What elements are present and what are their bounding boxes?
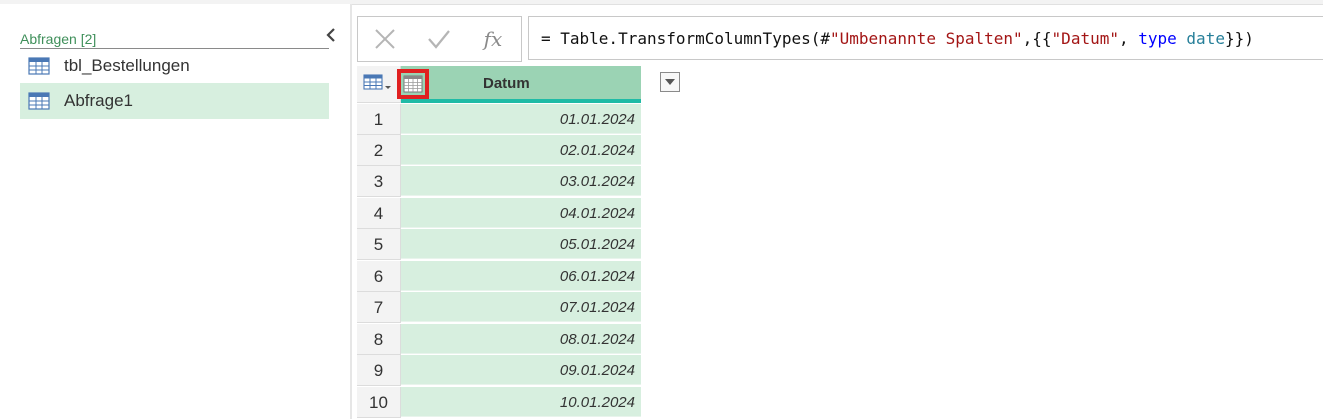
table-row[interactable]: 9 09.01.2024 — [357, 355, 641, 386]
query-item-tbl-bestellungen[interactable]: tbl_Bestellungen — [20, 48, 329, 84]
table-row[interactable]: 3 03.01.2024 — [357, 166, 641, 197]
query-item-label: Abfrage1 — [64, 91, 133, 110]
collapse-pane-icon[interactable] — [321, 24, 341, 46]
formula-type: date — [1186, 29, 1225, 48]
formula-part: , — [1118, 29, 1139, 48]
column-title: Datum — [483, 75, 530, 92]
date-cell[interactable]: 05.01.2024 — [401, 229, 641, 259]
queries-header: Abfragen [2] — [20, 30, 329, 49]
date-cell[interactable]: 08.01.2024 — [401, 324, 641, 354]
date-cell[interactable]: 04.01.2024 — [401, 198, 641, 228]
query-item-label: tbl_Bestellungen — [64, 56, 190, 75]
date-cell[interactable]: 01.01.2024 — [401, 104, 641, 134]
formula-part — [1177, 29, 1187, 48]
row-number: 3 — [357, 166, 401, 197]
column-header-datum[interactable]: Datum — [401, 66, 680, 103]
date-cell[interactable]: 10.01.2024 — [401, 387, 641, 417]
formula-part: ,{{ — [1022, 29, 1052, 48]
date-cell[interactable]: 03.01.2024 — [401, 166, 641, 196]
row-number: 7 — [357, 292, 401, 323]
column-type-button[interactable] — [397, 69, 429, 99]
table-icon — [363, 74, 391, 90]
table-row[interactable]: 6 06.01.2024 — [357, 261, 641, 292]
table-row[interactable]: 4 04.01.2024 — [357, 198, 641, 229]
pane-divider[interactable] — [350, 4, 352, 419]
chevron-down-icon — [665, 79, 675, 85]
row-number: 2 — [357, 135, 401, 166]
table-icon — [28, 57, 50, 75]
formula-string: "Umbenannte Spalten" — [829, 29, 1023, 48]
queries-pane: Abfragen [2] tbl_Bestellungen Abfrage1 — [0, 4, 350, 419]
date-cell[interactable]: 02.01.2024 — [401, 135, 641, 165]
fx-button[interactable]: fx — [466, 17, 520, 61]
date-cell[interactable]: 09.01.2024 — [401, 355, 641, 385]
date-cell[interactable]: 06.01.2024 — [401, 261, 641, 291]
table-row[interactable]: 2 02.01.2024 — [357, 135, 641, 166]
table-row[interactable]: 1 01.01.2024 — [357, 104, 641, 135]
table-row[interactable]: 10 10.01.2024 — [357, 387, 641, 418]
formula-input[interactable]: = Table.TransformColumnTypes(#"Umbenannt… — [528, 16, 1323, 60]
table-icon — [28, 92, 50, 110]
table-menu-button[interactable] — [357, 66, 401, 103]
confirm-formula-button[interactable] — [412, 17, 466, 61]
calendar-icon — [403, 75, 423, 93]
row-number: 6 — [357, 261, 401, 292]
check-icon — [428, 30, 450, 49]
row-number: 1 — [357, 104, 401, 135]
row-number: 10 — [357, 387, 401, 418]
row-number: 9 — [357, 355, 401, 386]
date-cell[interactable]: 07.01.2024 — [401, 292, 641, 322]
x-icon — [375, 29, 395, 49]
cancel-formula-button[interactable] — [358, 17, 412, 61]
row-number: 8 — [357, 324, 401, 355]
fx-icon: fx — [483, 27, 503, 51]
column-filter-dropdown[interactable] — [660, 72, 680, 92]
formula-bar-buttons: fx — [357, 16, 522, 62]
row-number: 4 — [357, 198, 401, 229]
table-row[interactable]: 5 05.01.2024 — [357, 229, 641, 260]
table-row[interactable]: 7 07.01.2024 — [357, 292, 641, 323]
row-number: 5 — [357, 229, 401, 260]
query-item-abfrage1[interactable]: Abfrage1 — [20, 83, 329, 119]
formula-part: = Table.TransformColumnTypes(# — [541, 29, 830, 48]
formula-string: "Datum" — [1051, 29, 1119, 48]
formula-keyword: type — [1138, 29, 1177, 48]
table-row[interactable]: 8 08.01.2024 — [357, 324, 641, 355]
formula-part: }}) — [1224, 29, 1254, 48]
